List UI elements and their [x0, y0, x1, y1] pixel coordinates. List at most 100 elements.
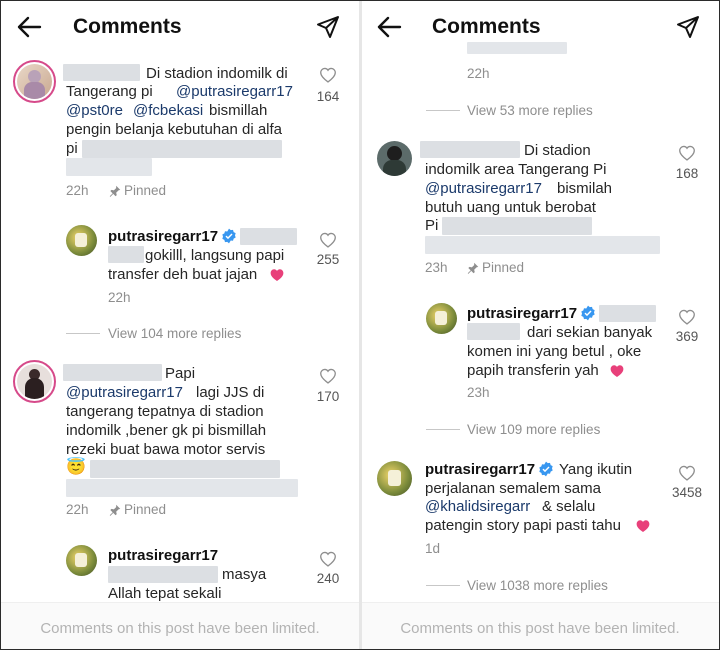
pinned-label: Pinned [124, 183, 167, 198]
right-comments-panel: Comments 22h View 53 more replies Di sta… [360, 0, 720, 650]
reply-text: gokilll, langsung papi [145, 247, 285, 264]
blurred-username [420, 141, 520, 158]
heart-emoji-icon [270, 269, 284, 282]
reply-time: 23h [467, 385, 490, 400]
view-more-replies[interactable]: View 53 more replies [467, 103, 593, 118]
comment-time: 22h [66, 502, 89, 517]
comment-text: Di stadion [524, 142, 591, 159]
like-count: 369 [675, 329, 699, 344]
replies-divider [426, 585, 460, 586]
panel-divider [359, 0, 362, 650]
heart-icon[interactable] [678, 465, 696, 481]
mention-link[interactable]: @khalidsiregarr [425, 497, 530, 516]
blurred-text [90, 460, 280, 478]
reply-text: dari sekian banyak [527, 324, 653, 341]
pin-icon [109, 185, 121, 197]
comment-text: & selalu [542, 498, 596, 515]
view-more-replies[interactable]: View 109 more replies [467, 422, 600, 437]
comment-text: Papi [165, 365, 196, 382]
heart-icon[interactable] [678, 145, 696, 161]
reply-text: transfer deh buat jajan [108, 266, 258, 283]
send-icon[interactable] [676, 15, 700, 39]
heart-icon[interactable] [319, 232, 337, 248]
avatar[interactable] [426, 303, 457, 334]
blurred-text [467, 323, 520, 340]
blurred-text [108, 246, 144, 263]
avatar[interactable] [377, 141, 412, 176]
blurred-username [63, 64, 140, 81]
heart-emoji-icon [610, 365, 624, 378]
blurred-text [66, 479, 298, 497]
comment-text: lagi JJS di [196, 384, 265, 401]
username[interactable]: putrasiregarr17 [425, 460, 535, 479]
verified-badge-icon [581, 305, 595, 321]
comment-text: pi [66, 140, 78, 157]
avatar[interactable] [17, 364, 52, 399]
avatar[interactable] [377, 461, 412, 496]
verified-badge-icon [222, 228, 236, 244]
comment-text: perjalanan semalem sama [425, 480, 601, 497]
mention-link[interactable]: @pst0re [66, 101, 123, 120]
comment-text: tangerang tepatnya di stadion [66, 403, 264, 420]
halo-emoji: 😇 [66, 459, 86, 476]
blurred-text [66, 158, 152, 176]
mention-link[interactable]: @putrasiregarr17 [66, 383, 183, 402]
comment-text: rezeki buat bawa motor servis [66, 441, 266, 458]
view-more-replies[interactable]: View 1038 more replies [467, 578, 608, 593]
replies-divider [66, 333, 100, 334]
avatar[interactable] [17, 64, 52, 99]
comment-text: indomilk area Tangerang Pi [425, 161, 607, 178]
arrow-left-icon[interactable] [16, 15, 42, 39]
mention-link[interactable]: @fcbekasi [133, 101, 203, 120]
send-icon[interactable] [316, 15, 340, 39]
view-more-replies[interactable]: View 104 more replies [108, 326, 241, 341]
comment-text: bismilah [557, 180, 613, 197]
reply-time: 22h [467, 66, 490, 81]
blurred-text [442, 217, 592, 235]
replies-divider [426, 429, 460, 430]
blurred-text [467, 42, 567, 54]
mention-link[interactable]: @putrasiregarr17 [176, 82, 293, 101]
comment-text: bismillah [209, 102, 268, 119]
heart-icon[interactable] [319, 551, 337, 567]
mention-link[interactable]: @putrasiregarr17 [425, 179, 542, 198]
footer-text: Comments on this post have been limited. [40, 620, 320, 637]
heart-icon[interactable] [678, 309, 696, 325]
blurred-text [82, 140, 282, 158]
reply-text: masya [222, 566, 267, 583]
replies-divider [426, 110, 460, 111]
reply-text: papih transferin yah [467, 362, 599, 379]
comment-text: Tangerang pi [66, 83, 153, 100]
like-count: 164 [316, 89, 340, 104]
blurred-text [425, 236, 660, 254]
blurred-text [240, 228, 297, 245]
comment-time: 22h [66, 183, 89, 198]
footer-text: Comments on this post have been limited. [400, 620, 680, 637]
blurred-text [599, 305, 656, 322]
like-count: 3458 [671, 485, 703, 500]
like-count: 240 [316, 571, 340, 586]
verified-badge-icon [539, 461, 553, 477]
username[interactable]: putrasiregarr17 [108, 546, 218, 565]
page-title: Comments [432, 15, 541, 38]
avatar[interactable] [66, 545, 97, 576]
pin-icon [109, 504, 121, 516]
heart-icon[interactable] [319, 67, 337, 83]
reply-text: komen ini yang betul , oke [467, 343, 642, 360]
heart-icon[interactable] [319, 368, 337, 384]
comment-text: Di stadion indomilk di [146, 65, 288, 82]
comment-text: patengin story papi pasti tahu [425, 517, 621, 534]
blurred-text [108, 566, 218, 583]
comment-text: pengin belanja kebutuhan di alfa [66, 121, 283, 138]
limited-comments-footer: Comments on this post have been limited. [360, 602, 720, 650]
pinned-label: Pinned [124, 502, 167, 517]
pinned-label: Pinned [482, 260, 525, 275]
arrow-left-icon[interactable] [376, 15, 402, 39]
reply-time: 22h [108, 290, 131, 305]
username[interactable]: putrasiregarr17 [108, 227, 218, 246]
avatar[interactable] [66, 225, 97, 256]
left-comments-panel: Comments Di stadion indomilk di Tangeran… [0, 0, 360, 650]
limited-comments-footer: Comments on this post have been limited. [0, 602, 360, 650]
username[interactable]: putrasiregarr17 [467, 304, 577, 323]
like-count: 255 [316, 252, 340, 267]
